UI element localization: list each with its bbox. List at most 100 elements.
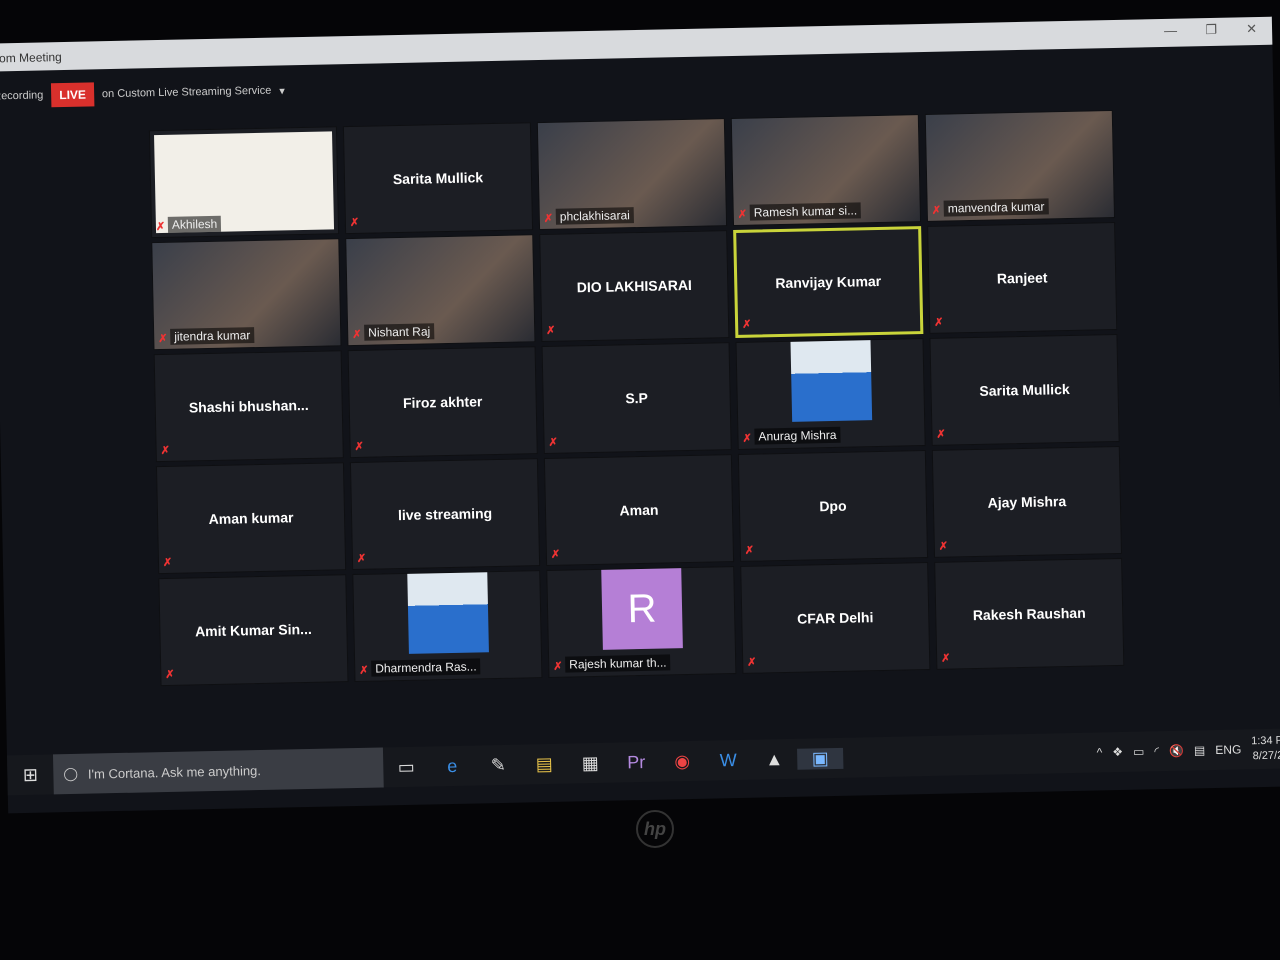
participant-name-label: Akhilesh	[167, 215, 222, 233]
participant-tile[interactable]: Aman ✗	[543, 454, 735, 566]
participant-tile[interactable]: jitendra kumar ✗	[151, 238, 342, 351]
participant-tile[interactable]: Ranvijay Kumar ✗	[733, 226, 924, 338]
participant-name: DIO LAKHISARAI	[576, 276, 693, 296]
participant-name: Shashi bhushan...	[188, 396, 309, 416]
participant-name: Dpo	[819, 497, 847, 515]
zoom-icon[interactable]: ▣	[797, 747, 844, 770]
participant-video	[407, 572, 489, 654]
task-view-icon[interactable]: ▭	[383, 756, 429, 778]
participant-name: Ranvijay Kumar	[775, 272, 882, 292]
hp-logo: hp	[636, 810, 674, 848]
participant-tile[interactable]: DIO LAKHISARAI ✗	[539, 230, 730, 343]
participant-tile[interactable]: Aman kumar ✗	[155, 462, 347, 575]
muted-mic-icon: ✗	[931, 204, 942, 217]
word-icon[interactable]: W	[705, 749, 751, 771]
muted-mic-icon: ✗	[936, 428, 946, 441]
participant-tile[interactable]: Ranjeet ✗	[927, 222, 1118, 334]
participant-tile[interactable]: Shashi bhushan... ✗	[153, 350, 344, 463]
photos-icon[interactable]: ▲	[751, 748, 797, 770]
muted-mic-icon: ✗	[546, 324, 556, 337]
participant-name-label: Ramesh kumar si...	[749, 202, 862, 221]
date: 8/27/2	[1252, 749, 1280, 763]
title-bar: oom Meeting — ❐ ✕	[0, 16, 1273, 72]
minimize-button[interactable]: —	[1164, 23, 1177, 38]
participant-name: CFAR Delhi	[797, 609, 874, 627]
participant-name-label: Anurag Mishra	[754, 426, 841, 445]
stream-service-label: on Custom Live Streaming Service	[101, 84, 272, 101]
participant-tile[interactable]: CFAR Delhi ✗	[740, 561, 931, 674]
file-explorer-icon[interactable]: ▤	[521, 753, 567, 775]
recording-label: Recording	[0, 89, 44, 103]
taskbar: ⊞ ◯ I'm Cortana. Ask me anything. ▭ e ✎ …	[6, 728, 1280, 796]
muted-mic-icon: ✗	[744, 544, 755, 557]
close-button[interactable]: ✕	[1246, 21, 1257, 37]
participant-tile[interactable]: Nishant Raj ✗	[345, 234, 536, 347]
chevron-down-icon[interactable]: ▾	[279, 84, 285, 97]
participant-tile[interactable]: Anurag Mishra ✗	[735, 338, 926, 450]
participant-tile[interactable]: Ajay Mishra ✗	[931, 445, 1123, 558]
battery-icon[interactable]: ▭	[1133, 745, 1145, 759]
cortana-search-box[interactable]: ◯ I'm Cortana. Ask me anything.	[52, 747, 384, 795]
premiere-icon[interactable]: Pr	[613, 751, 659, 773]
muted-mic-icon: ✗	[737, 208, 748, 221]
participant-tile[interactable]: live streaming ✗	[349, 458, 541, 571]
participant-name: Sarita Mullick	[392, 169, 484, 188]
store-icon[interactable]: ▦	[567, 752, 613, 774]
muted-mic-icon: ✗	[352, 328, 362, 342]
muted-mic-icon: ✗	[742, 432, 752, 445]
time: 1:34 P	[1251, 734, 1280, 748]
participant-video	[790, 340, 873, 422]
participant-tile[interactable]: R Rajesh kumar th... ✗	[546, 566, 737, 678]
participant-tile[interactable]: manvendra kumar ✗	[924, 110, 1115, 222]
participant-tile[interactable]: Ramesh kumar si... ✗	[730, 114, 922, 227]
avatar: R	[601, 568, 683, 650]
muted-mic-icon: ✗	[543, 212, 554, 225]
edge-icon[interactable]: e	[429, 755, 475, 777]
muted-mic-icon: ✗	[938, 540, 949, 553]
paint-icon[interactable]: ✎	[475, 754, 521, 776]
participant-name-label: phclakhisarai	[555, 207, 635, 225]
clock[interactable]: 1:34 P 8/27/2	[1251, 734, 1280, 765]
participant-name: Ajay Mishra	[987, 493, 1067, 511]
window-title: oom Meeting	[0, 50, 62, 66]
gallery-grid: Akhilesh ✗ Sarita Mullick ✗ phclakhisarai ✗ Ra…	[148, 110, 1131, 690]
muted-mic-icon: ✗	[160, 444, 170, 458]
monitor-screen: oom Meeting — ❐ ✕ Recording LIVE on Cust…	[0, 16, 1280, 814]
muted-mic-icon: ✗	[941, 652, 951, 665]
participant-tile[interactable]: phclakhisarai ✗	[536, 118, 728, 231]
participant-tile[interactable]: Sarita Mullick ✗	[342, 122, 534, 235]
muted-mic-icon: ✗	[553, 660, 563, 673]
participant-tile[interactable]: Akhilesh ✗	[148, 126, 340, 239]
participant-tile[interactable]: Rakesh Raushan ✗	[934, 557, 1125, 670]
chevron-up-icon[interactable]: ^	[1096, 745, 1102, 759]
chrome-icon[interactable]: ◉	[659, 750, 705, 772]
muted-mic-icon: ✗	[162, 556, 173, 570]
participant-tile[interactable]: Dharmendra Ras... ✗	[352, 570, 543, 683]
recording-bar: Recording LIVE on Custom Live Streaming …	[0, 77, 285, 109]
restore-button[interactable]: ❐	[1205, 22, 1217, 38]
muted-mic-icon: ✗	[349, 216, 360, 230]
muted-mic-icon: ✗	[742, 318, 752, 331]
dropbox-icon[interactable]: ❖	[1112, 745, 1123, 759]
participant-tile[interactable]: Sarita Mullick ✗	[929, 333, 1120, 446]
participant-name-label: jitendra kumar	[170, 327, 255, 345]
participant-tile[interactable]: S.P ✗	[541, 342, 732, 455]
participant-tile[interactable]: Dpo ✗	[737, 450, 929, 562]
windows-start-icon[interactable]: ⊞	[7, 764, 53, 786]
notification-icon[interactable]: ▤	[1194, 743, 1206, 757]
live-badge[interactable]: LIVE	[51, 82, 95, 108]
muted-mic-icon: ✗	[158, 332, 168, 346]
participant-name-label: Nishant Raj	[364, 323, 435, 341]
participant-name: Ranjeet	[996, 269, 1048, 287]
participant-tile[interactable]: Firoz akhter ✗	[347, 346, 538, 459]
wifi-icon[interactable]: ◜	[1154, 744, 1159, 758]
participant-name: Aman	[619, 501, 659, 519]
participant-tile[interactable]: Amit Kumar Sin... ✗	[158, 574, 349, 687]
system-tray: ^ ❖ ▭ ◜ 🔇 ▤ ENG 1:34 P 8/27/2	[1096, 734, 1280, 768]
cortana-icon: ◯	[63, 765, 79, 782]
volume-muted-icon[interactable]: 🔇	[1169, 744, 1184, 758]
language-indicator[interactable]: ENG	[1215, 742, 1241, 757]
muted-mic-icon: ✗	[356, 552, 367, 565]
participant-name-label: Dharmendra Ras...	[371, 658, 481, 677]
participant-name: Firoz akhter	[402, 393, 483, 411]
